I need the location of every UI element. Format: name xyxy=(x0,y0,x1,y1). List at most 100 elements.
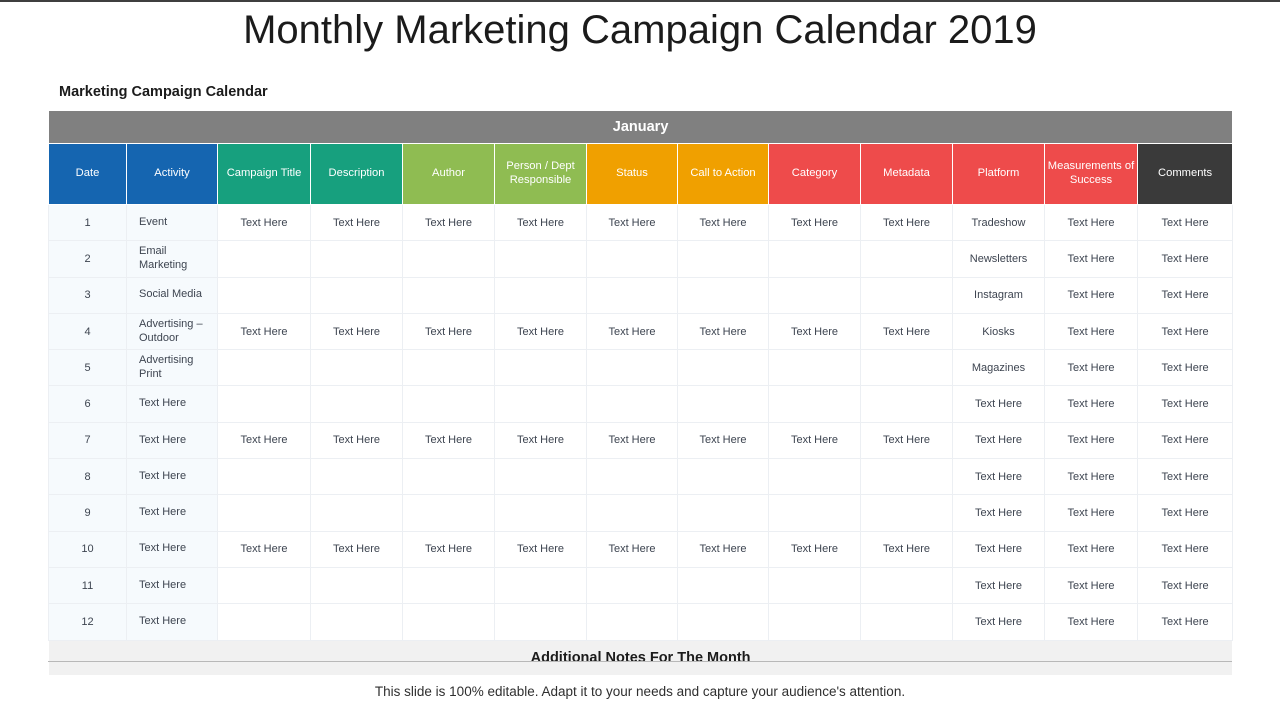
cell-platform[interactable]: Instagram xyxy=(952,276,1045,314)
cell-activity[interactable]: Advertising Print xyxy=(126,349,218,387)
cell-date[interactable]: 5 xyxy=(48,349,127,387)
cell-campaign-title[interactable]: Text Here xyxy=(217,203,311,242)
cell-person-dept-responsible[interactable] xyxy=(494,385,587,423)
cell-measurements-of-success[interactable]: Text Here xyxy=(1044,458,1138,496)
cell-category[interactable] xyxy=(768,276,861,314)
cell-author[interactable] xyxy=(402,385,495,423)
cell-status[interactable]: Text Here xyxy=(586,312,678,351)
cell-comments[interactable]: Text Here xyxy=(1136,494,1234,532)
cell-author[interactable] xyxy=(402,240,495,278)
cell-platform[interactable]: Text Here xyxy=(952,421,1045,460)
cell-description[interactable] xyxy=(310,240,403,278)
cell-activity[interactable]: Social Media xyxy=(126,276,218,314)
cell-metadata[interactable] xyxy=(860,494,953,532)
cell-category[interactable]: Text Here xyxy=(768,530,861,568)
cell-call-to-action[interactable]: Text Here xyxy=(677,530,769,568)
cell-call-to-action[interactable]: Text Here xyxy=(677,203,769,242)
cell-author[interactable] xyxy=(402,458,495,496)
cell-status[interactable] xyxy=(586,458,678,496)
column-header-campaign-title[interactable]: Campaign Title xyxy=(217,143,311,205)
cell-call-to-action[interactable]: Text Here xyxy=(677,421,769,460)
cell-platform[interactable]: Text Here xyxy=(952,385,1045,423)
cell-category[interactable]: Text Here xyxy=(768,421,861,460)
cell-status[interactable]: Text Here xyxy=(586,530,678,568)
cell-description[interactable] xyxy=(310,494,403,532)
cell-campaign-title[interactable] xyxy=(217,240,311,278)
cell-metadata[interactable] xyxy=(860,276,953,314)
cell-person-dept-responsible[interactable] xyxy=(494,349,587,387)
cell-category[interactable] xyxy=(768,240,861,278)
cell-description[interactable] xyxy=(310,603,403,641)
cell-description[interactable] xyxy=(310,385,403,423)
column-header-comments[interactable]: Comments xyxy=(1136,143,1234,205)
cell-campaign-title[interactable] xyxy=(217,566,311,605)
column-header-category[interactable]: Category xyxy=(768,143,861,205)
cell-person-dept-responsible[interactable] xyxy=(494,458,587,496)
cell-date[interactable]: 10 xyxy=(48,530,127,568)
cell-description[interactable]: Text Here xyxy=(310,203,403,242)
cell-comments[interactable]: Text Here xyxy=(1136,530,1234,568)
cell-metadata[interactable]: Text Here xyxy=(860,203,953,242)
cell-status[interactable] xyxy=(586,603,678,641)
cell-comments[interactable]: Text Here xyxy=(1136,349,1234,387)
cell-activity[interactable]: Text Here xyxy=(126,421,218,460)
cell-category[interactable]: Text Here xyxy=(768,312,861,351)
cell-platform[interactable]: Tradeshow xyxy=(952,203,1045,242)
cell-date[interactable]: 6 xyxy=(48,385,127,423)
cell-date[interactable]: 12 xyxy=(48,603,127,641)
cell-person-dept-responsible[interactable] xyxy=(494,603,587,641)
cell-comments[interactable]: Text Here xyxy=(1136,421,1234,460)
cell-author[interactable] xyxy=(402,276,495,314)
cell-measurements-of-success[interactable]: Text Here xyxy=(1044,385,1138,423)
cell-activity[interactable]: Email Marketing xyxy=(126,240,218,278)
cell-platform[interactable]: Text Here xyxy=(952,603,1045,641)
cell-activity[interactable]: Text Here xyxy=(126,566,218,605)
cell-person-dept-responsible[interactable] xyxy=(494,566,587,605)
cell-campaign-title[interactable] xyxy=(217,276,311,314)
cell-person-dept-responsible[interactable]: Text Here xyxy=(494,530,587,568)
cell-date[interactable]: 1 xyxy=(48,203,127,242)
cell-date[interactable]: 9 xyxy=(48,494,127,532)
cell-activity[interactable]: Event xyxy=(126,203,218,242)
cell-activity[interactable]: Advertising – Outdoor xyxy=(126,312,218,351)
cell-status[interactable] xyxy=(586,385,678,423)
cell-metadata[interactable] xyxy=(860,385,953,423)
cell-author[interactable]: Text Here xyxy=(402,530,495,568)
cell-comments[interactable]: Text Here xyxy=(1136,385,1234,423)
cell-category[interactable] xyxy=(768,458,861,496)
cell-measurements-of-success[interactable]: Text Here xyxy=(1044,312,1138,351)
cell-description[interactable]: Text Here xyxy=(310,312,403,351)
column-header-measurements-of-success[interactable]: Measurements of Success xyxy=(1044,143,1138,205)
cell-author[interactable] xyxy=(402,494,495,532)
cell-metadata[interactable] xyxy=(860,603,953,641)
cell-comments[interactable]: Text Here xyxy=(1136,240,1234,278)
cell-description[interactable] xyxy=(310,349,403,387)
cell-platform[interactable]: Newsletters xyxy=(952,240,1045,278)
column-header-platform[interactable]: Platform xyxy=(952,143,1045,205)
cell-status[interactable] xyxy=(586,276,678,314)
cell-status[interactable] xyxy=(586,240,678,278)
cell-metadata[interactable] xyxy=(860,240,953,278)
cell-activity[interactable]: Text Here xyxy=(126,458,218,496)
column-header-person-dept-responsible[interactable]: Person / Dept Responsible xyxy=(494,143,587,205)
cell-person-dept-responsible[interactable]: Text Here xyxy=(494,312,587,351)
cell-platform[interactable]: Text Here xyxy=(952,458,1045,496)
cell-campaign-title[interactable]: Text Here xyxy=(217,421,311,460)
cell-author[interactable] xyxy=(402,349,495,387)
cell-metadata[interactable] xyxy=(860,458,953,496)
cell-date[interactable]: 7 xyxy=(48,421,127,460)
cell-date[interactable]: 8 xyxy=(48,458,127,496)
cell-activity[interactable]: Text Here xyxy=(126,530,218,568)
cell-category[interactable] xyxy=(768,349,861,387)
cell-status[interactable] xyxy=(586,566,678,605)
cell-author[interactable]: Text Here xyxy=(402,312,495,351)
cell-platform[interactable]: Kiosks xyxy=(952,312,1045,351)
cell-author[interactable]: Text Here xyxy=(402,203,495,242)
column-header-status[interactable]: Status xyxy=(586,143,678,205)
cell-measurements-of-success[interactable]: Text Here xyxy=(1044,530,1138,568)
cell-comments[interactable]: Text Here xyxy=(1136,603,1234,641)
cell-measurements-of-success[interactable]: Text Here xyxy=(1044,603,1138,641)
cell-person-dept-responsible[interactable]: Text Here xyxy=(494,421,587,460)
cell-call-to-action[interactable] xyxy=(677,566,769,605)
cell-date[interactable]: 4 xyxy=(48,312,127,351)
